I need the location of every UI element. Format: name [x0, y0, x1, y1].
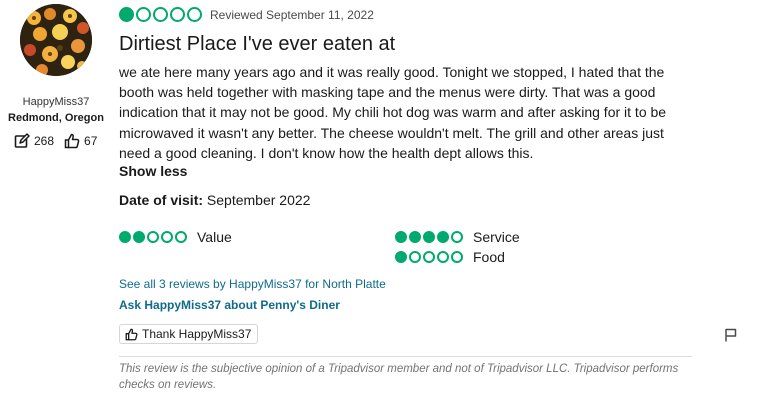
show-less-button[interactable]: Show less	[119, 163, 187, 179]
rating-bubble-filled	[133, 231, 145, 243]
review-rating-row: Reviewed September 11, 2022	[119, 7, 374, 22]
rating-bubble-filled	[119, 231, 131, 243]
rating-bubble-empty	[175, 231, 187, 243]
reviewed-date: Reviewed September 11, 2022	[210, 7, 374, 22]
rating-bubble-filled	[437, 231, 449, 243]
subrating-food: Food	[395, 249, 505, 265]
rating-bubble-empty	[451, 231, 463, 243]
date-of-visit: Date of visit: September 2022	[119, 192, 310, 208]
reviewer-name[interactable]: HappyMiss37	[0, 96, 112, 108]
rating-bubble-empty	[187, 7, 202, 22]
rating-bubble-filled	[119, 7, 134, 22]
flag-icon[interactable]	[724, 328, 738, 342]
review-disclaimer: This review is the subjective opinion of…	[119, 363, 679, 391]
rating-bubble-filled	[423, 231, 435, 243]
contributions-count: 268	[34, 134, 55, 148]
subrating-service: Service	[395, 229, 520, 245]
rating-bubble-empty	[147, 231, 159, 243]
service-rating-bubbles	[395, 231, 465, 243]
rating-bubble-empty	[161, 231, 173, 243]
reviewer-stats: 268 67	[14, 133, 107, 149]
review-text: we ate here many years ago and it was re…	[119, 64, 667, 161]
overall-rating-bubbles	[119, 7, 204, 22]
rating-bubble-empty	[170, 7, 185, 22]
rating-bubble-empty	[437, 251, 449, 263]
rating-bubble-empty	[153, 7, 168, 22]
rating-bubble-empty	[423, 251, 435, 263]
date-of-visit-value: September 2022	[206, 192, 311, 208]
rating-bubble-filled	[395, 251, 407, 263]
helpful-votes-count: 67	[84, 134, 98, 148]
rating-bubble-empty	[451, 251, 463, 263]
date-of-visit-label: Date of visit:	[119, 192, 204, 208]
value-rating-bubbles	[119, 231, 189, 243]
subrating-value: Value	[119, 229, 232, 245]
see-all-reviews-link[interactable]: See all 3 reviews by HappyMiss37 for Nor…	[119, 277, 386, 291]
reviewer-location: Redmond, Oregon	[8, 112, 104, 124]
rating-bubble-empty	[409, 251, 421, 263]
thank-button-label: Thank HappyMiss37	[142, 327, 252, 341]
thumbs-up-icon	[125, 328, 138, 341]
rating-bubble-filled	[395, 231, 407, 243]
edit-icon	[14, 133, 30, 149]
review-title[interactable]: Dirtiest Place I've ever eaten at	[119, 33, 395, 56]
thumbs-up-icon	[64, 133, 80, 149]
subrating-label: Food	[473, 249, 505, 265]
divider	[119, 356, 692, 357]
thank-reviewer-button[interactable]: Thank HappyMiss37	[119, 324, 259, 344]
food-rating-bubbles	[395, 251, 465, 263]
subrating-label: Value	[197, 229, 232, 245]
rating-bubble-filled	[409, 231, 421, 243]
ask-reviewer-link[interactable]: Ask HappyMiss37 about Penny's Diner	[119, 298, 340, 312]
rating-bubble-empty	[136, 7, 151, 22]
subrating-label: Service	[473, 229, 520, 245]
avatar[interactable]	[20, 4, 92, 76]
